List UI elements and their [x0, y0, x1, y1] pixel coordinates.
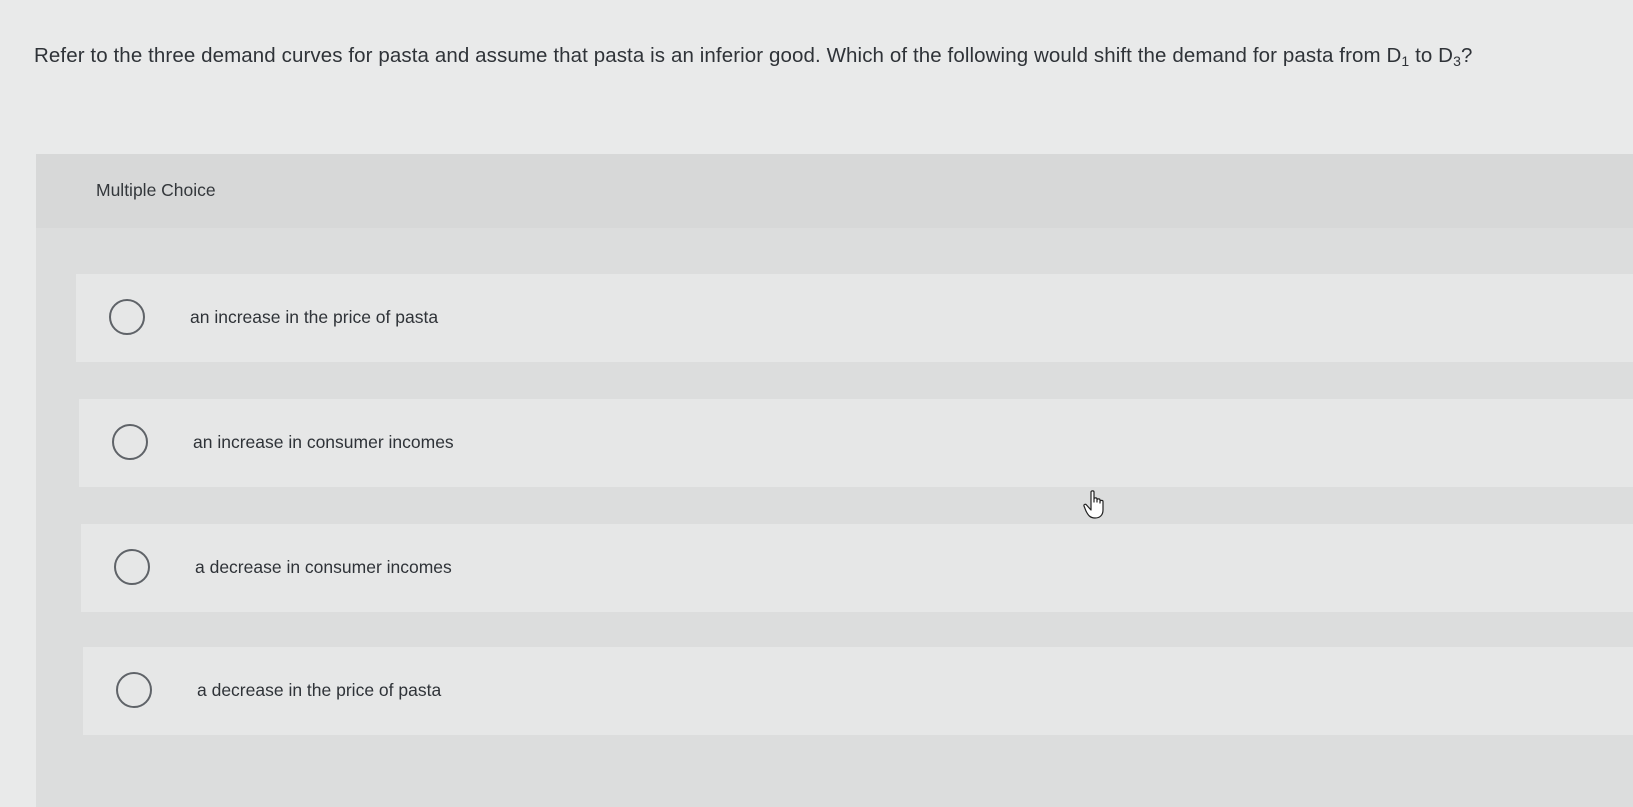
option-label: a decrease in consumer incomes [195, 557, 452, 577]
option-label: a decrease in the price of pasta [197, 680, 442, 700]
radio-unselected-icon[interactable] [112, 424, 148, 460]
option-row[interactable]: an increase in consumer incomes [79, 399, 1633, 487]
option-row[interactable]: an increase in the price of pasta [76, 274, 1633, 362]
radio-unselected-icon[interactable] [109, 299, 145, 335]
option-row[interactable]: a decrease in consumer incomes [81, 524, 1633, 612]
multiple-choice-header: Multiple Choice [36, 154, 1633, 228]
question-prompt: Refer to the three demand curves for pas… [34, 44, 1472, 68]
option-row[interactable]: a decrease in the price of pasta [83, 647, 1633, 735]
question-mark: ? [1460, 44, 1473, 67]
hand-pointer-icon [1083, 490, 1107, 520]
question-text: Refer to the three demand curves for pas… [34, 44, 1402, 67]
question-text-mid: to D [1409, 44, 1454, 67]
subscript-d3: 3 [1453, 53, 1461, 69]
option-label: an increase in consumer incomes [193, 432, 454, 452]
radio-unselected-icon[interactable] [116, 672, 152, 708]
multiple-choice-label: Multiple Choice [96, 180, 216, 200]
radio-unselected-icon[interactable] [114, 549, 150, 585]
option-label: an increase in the price of pasta [190, 307, 439, 327]
